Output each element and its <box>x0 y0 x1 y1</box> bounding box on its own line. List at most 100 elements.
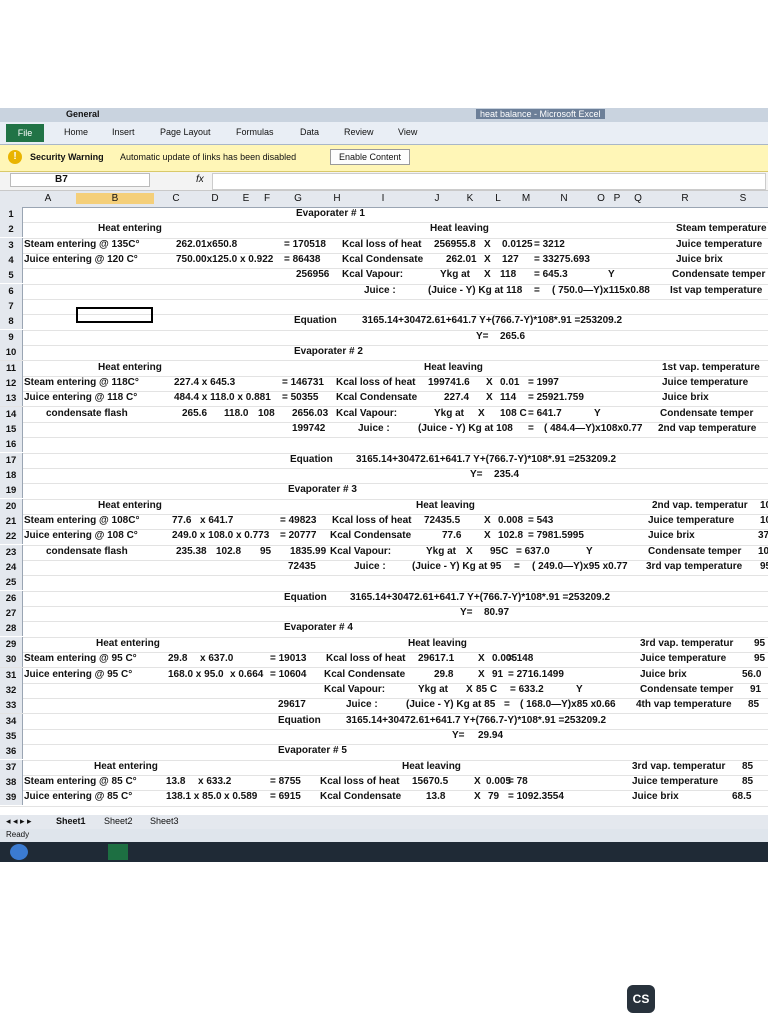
sheet-row-38[interactable]: 38 Steam entering @ 85 C° 13.8 x 633.2 = 875… <box>0 774 768 792</box>
cell-r38-8[interactable]: = 78 <box>508 776 528 787</box>
cell-r38-0[interactable]: Steam entering @ 85 C° <box>24 776 137 787</box>
cell-r21-7[interactable]: 0.008 <box>498 515 523 526</box>
cell-r33-0[interactable]: 29617 <box>278 699 306 710</box>
cell-r3-4[interactable]: 256955.8 <box>434 239 476 250</box>
cell-r30-2[interactable]: x 637.0 <box>200 653 233 664</box>
tab-home[interactable]: Home <box>64 127 88 137</box>
name-box[interactable]: B7 <box>10 173 150 187</box>
cell-r22-2[interactable]: = 20777 <box>280 530 316 541</box>
cell-r20-0[interactable]: Heat entering <box>98 500 162 511</box>
cell-r4-3[interactable]: Kcal Condensate <box>342 254 423 265</box>
cell-r24-1[interactable]: Juice : <box>354 561 386 572</box>
cell-r38-10[interactable]: 85 <box>742 776 753 787</box>
cell-r32-6[interactable]: Condensate temper <box>640 684 733 695</box>
cell-r13-3[interactable]: Kcal Condensate <box>336 392 417 403</box>
cell-r34-1[interactable]: 3165.14+30472.61+641.7 Y+(766.7-Y)*108*.… <box>346 715 606 726</box>
sheet-row-34[interactable]: 34 Equation 3165.14+30472.61+641.7 Y+(766.… <box>0 713 768 730</box>
cell-r31-4[interactable]: Kcal Condensate <box>324 669 405 680</box>
cell-r5-5[interactable]: = 645.3 <box>534 269 568 280</box>
cell-r24-3[interactable]: = <box>514 561 520 572</box>
cell-r8-1[interactable]: 3165.14+30472.61+641.7 Y+(766.7-Y)*108*.… <box>362 315 622 326</box>
cell-r22-9[interactable]: 37.9 <box>758 530 768 541</box>
cell-r30-10[interactable]: 95 <box>754 653 765 664</box>
cell-r19-0[interactable]: Evaporater # 3 <box>288 484 357 495</box>
cell-r11-2[interactable]: 1st vap. temperature <box>662 362 760 373</box>
cell-r22-7[interactable]: = 7981.5995 <box>528 530 584 541</box>
row-header-5[interactable]: 5 <box>0 268 23 284</box>
cell-r38-6[interactable]: X <box>474 776 481 787</box>
col-header-m[interactable]: M <box>518 193 534 204</box>
sheet-nav-arrows-icon[interactable]: ◂ ◂ ▸ ▸ <box>6 816 32 827</box>
col-header-j[interactable]: J <box>414 193 460 204</box>
col-header-o[interactable]: O <box>594 193 608 204</box>
cell-r12-2[interactable]: = 146731 <box>282 377 324 388</box>
row-header-7[interactable]: 7 <box>0 299 23 315</box>
cell-r6-3[interactable]: ( 750.0—Y)x115x0.88 <box>552 285 650 296</box>
excel-taskbar-icon[interactable] <box>108 844 128 860</box>
cell-r15-2[interactable]: (Juice - Y) Kg at 108 <box>418 423 513 434</box>
cell-r12-7[interactable]: = 1997 <box>528 377 559 388</box>
cell-r11-0[interactable]: Heat entering <box>98 362 162 373</box>
cell-r23-9[interactable]: = 637.0 <box>516 546 550 557</box>
sheet-row-12[interactable]: 12 Steam entering @ 118C° 227.4 x 645.3 = 1… <box>0 375 768 393</box>
cell-r12-5[interactable]: X <box>486 377 493 388</box>
cell-r33-6[interactable]: 85 <box>748 699 759 710</box>
sheet-row-1[interactable]: 1 Evaporater # 1 <box>0 207 768 224</box>
cell-r31-3[interactable]: = 10604 <box>270 669 306 680</box>
col-header-n[interactable]: N <box>536 193 592 204</box>
col-header-f[interactable]: F <box>260 193 274 204</box>
enable-content-button[interactable]: Enable Content <box>330 149 411 165</box>
cell-r38-4[interactable]: Kcal loss of heat <box>320 776 399 787</box>
col-header-d[interactable]: D <box>198 193 232 204</box>
sheet-row-37[interactable]: 37 Heat entering Heat leaving 3rd vap. temp… <box>0 759 768 776</box>
cell-r30-1[interactable]: 29.8 <box>168 653 187 664</box>
cell-r39-3[interactable]: = 6915 <box>270 791 301 802</box>
sheet-row-30[interactable]: 30 Steam entering @ 95 C° 29.8 x 637.0 = 190… <box>0 652 768 669</box>
sheet-row-24[interactable]: 24 72435 Juice : (Juice - Y) Kg at 95 = ( 249… <box>0 560 768 577</box>
sheet-row-6[interactable]: 6 Juice : (Juice - Y) Kg at 118 = ( 750.0—Y)… <box>0 283 768 301</box>
cell-r4-0[interactable]: Juice entering @ 120 C° <box>24 254 138 265</box>
cell-r33-5[interactable]: 4th vap temperature <box>636 699 732 710</box>
cell-r30-3[interactable]: = 19013 <box>270 653 306 664</box>
cell-r39-5[interactable]: 13.8 <box>426 791 445 802</box>
cell-r4-4[interactable]: 262.01 <box>446 254 477 265</box>
cell-r13-7[interactable]: = 25921.759 <box>528 392 584 403</box>
row-header-9[interactable]: 9 <box>0 329 23 345</box>
cell-r33-3[interactable]: = <box>504 699 510 710</box>
cell-r31-8[interactable]: = 2716.1499 <box>508 669 564 680</box>
cell-r29-1[interactable]: Heat leaving <box>408 638 467 649</box>
cell-r23-2[interactable]: 102.8 <box>216 546 241 557</box>
sheet-row-16[interactable]: 16 <box>0 437 768 454</box>
sheet-row-23[interactable]: 23 condensate flash 235.38 102.8 95 1835.99 Kc… <box>0 544 768 561</box>
cell-r6-4[interactable]: Ist vap temperature <box>670 285 762 296</box>
cell-r24-4[interactable]: ( 249.0—Y)x95 x0.77 <box>532 561 628 572</box>
row-header-17[interactable]: 17 <box>0 452 23 468</box>
row-header-16[interactable]: 16 <box>0 437 23 453</box>
sheet-row-10[interactable]: 10 Evaporater # 2 <box>0 345 768 362</box>
cell-r28-0[interactable]: Evaporater # 4 <box>284 622 353 633</box>
cell-r12-1[interactable]: 227.4 x 645.3 <box>174 377 235 388</box>
tab-data[interactable]: Data <box>300 127 319 137</box>
cell-r14-6[interactable]: Ykg at <box>434 408 464 419</box>
cell-r31-9[interactable]: Juice brix <box>640 669 687 680</box>
sheet-row-5[interactable]: 5 256956 Kcal Vapour: Ykg at X 118 = 645.3 Y Con… <box>0 268 768 285</box>
cell-r18-1[interactable]: 235.4 <box>494 469 519 480</box>
cell-r38-3[interactable]: = 8755 <box>270 776 301 787</box>
col-header-q[interactable]: Q <box>626 193 650 204</box>
spreadsheet-grid[interactable]: 1 Evaporater # 1 2 Heat entering Heat leavin… <box>0 207 768 823</box>
cell-r6-0[interactable]: Juice : <box>364 285 396 296</box>
cell-r12-8[interactable]: Juice temperature <box>662 377 748 388</box>
cell-r14-2[interactable]: 118.0 <box>224 408 248 419</box>
row-header-6[interactable]: 6 <box>0 283 23 299</box>
cell-r21-8[interactable]: = 543 <box>528 515 553 526</box>
sheet-row-21[interactable]: 21 Steam entering @ 108C° 77.6 x 641.7 = 498… <box>0 514 768 531</box>
row-header-28[interactable]: 28 <box>0 621 23 637</box>
cell-r21-5[interactable]: 72435.5 <box>424 515 460 526</box>
cell-r4-5[interactable]: X <box>484 254 491 265</box>
cell-r21-6[interactable]: X <box>484 515 491 526</box>
cell-r32-4[interactable]: = 633.2 <box>510 684 544 695</box>
cell-r37-3[interactable]: 85 <box>742 761 753 772</box>
cell-r29-3[interactable]: 95 <box>754 638 765 649</box>
fx-icon[interactable]: fx <box>196 174 204 185</box>
cell-r32-3[interactable]: 85 C <box>476 684 497 695</box>
